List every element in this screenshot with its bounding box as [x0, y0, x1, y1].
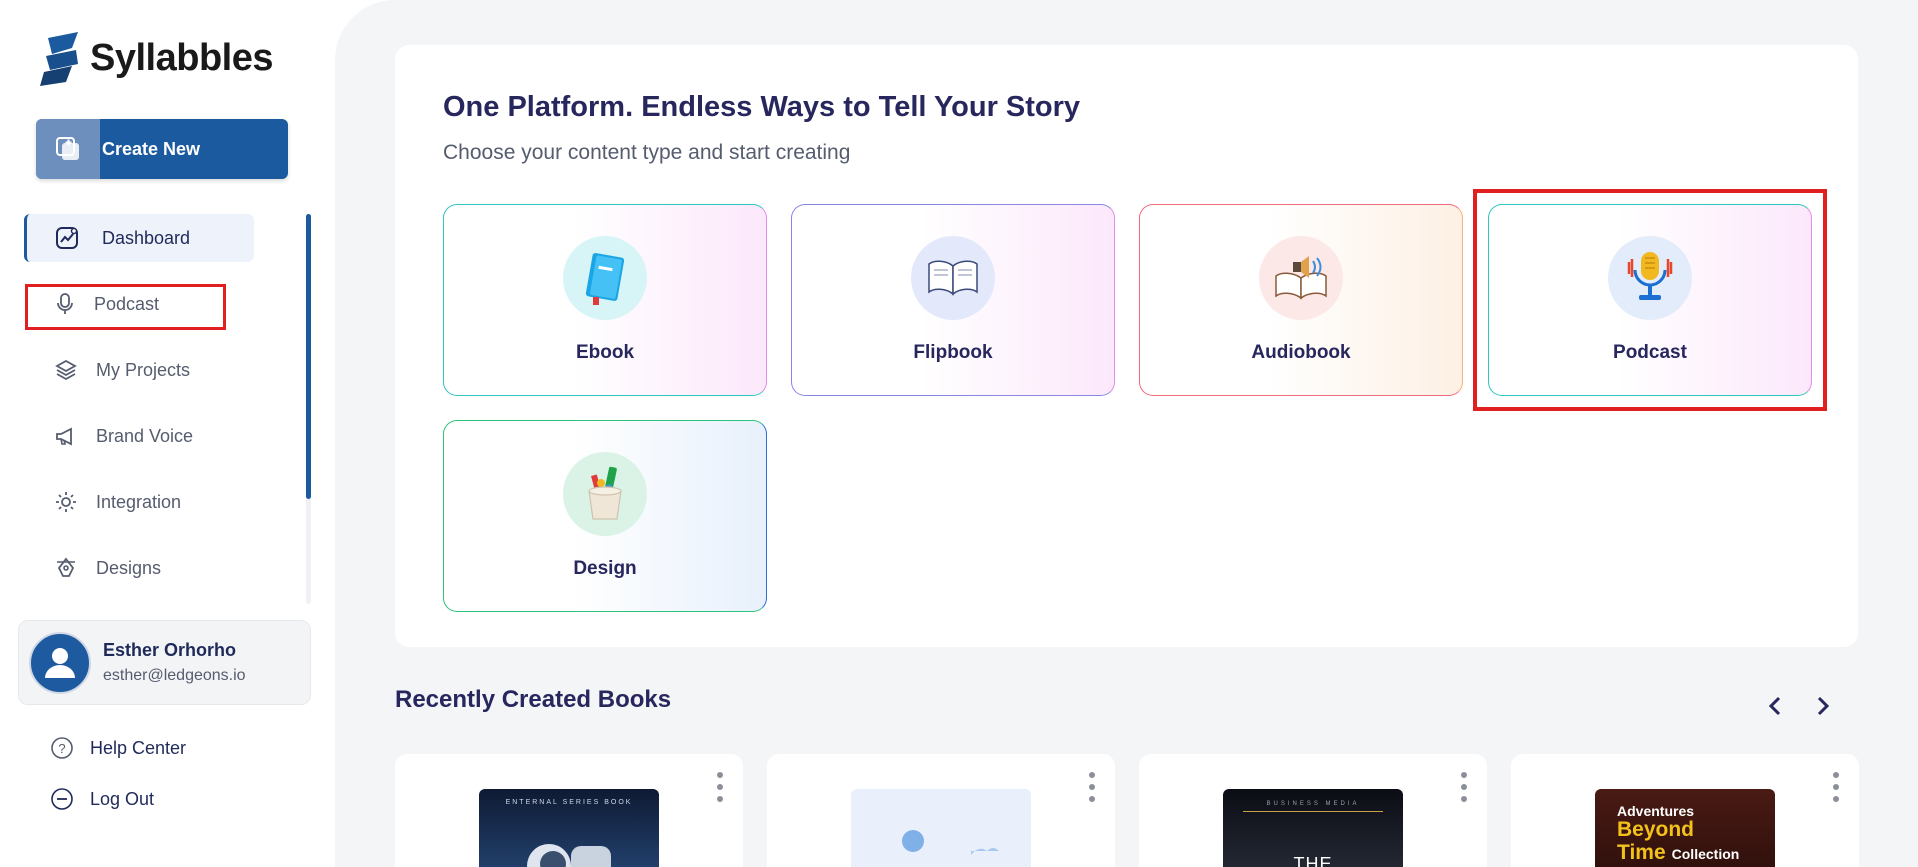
layers-icon: [55, 359, 77, 381]
content-type-card-design[interactable]: Design: [443, 420, 767, 612]
book-cover-label-top: BUSINESS MEDIA: [1243, 801, 1383, 812]
page-subtitle: Choose your content type and start creat…: [443, 141, 851, 164]
podcast-microphone-icon: [1608, 236, 1692, 320]
sidebar-scrollbar-thumb[interactable]: [306, 214, 311, 499]
brand-logo[interactable]: Syllabbles: [38, 30, 273, 86]
book-card[interactable]: [767, 754, 1115, 867]
card-label: Flipbook: [913, 342, 993, 363]
page-title: One Platform. Endless Ways to Tell Your …: [443, 91, 1081, 123]
user-profile-card[interactable]: Esther Orhorho esther@ledgeons.io: [18, 620, 311, 705]
image-placeholder-icon: [902, 830, 999, 855]
svg-text:?: ?: [58, 741, 65, 756]
book-card[interactable]: BUSINESS MEDIA THE: [1139, 754, 1487, 867]
sidebar-item-brand-voice[interactable]: Brand Voice: [24, 412, 254, 460]
brand-name: Syllabbles: [90, 36, 273, 79]
more-options-icon[interactable]: [1831, 772, 1841, 802]
book-cover-title: THE: [1293, 854, 1333, 867]
content-type-card-audiobook[interactable]: Audiobook: [1139, 204, 1463, 396]
sidebar: Syllabbles Create New Dashboard Podcast …: [0, 0, 335, 867]
sidebar-item-podcast[interactable]: Podcast: [24, 280, 254, 328]
card-label: Audiobook: [1251, 342, 1351, 363]
next-arrow-button[interactable]: [1809, 692, 1837, 720]
pen-tool-icon: [57, 557, 75, 577]
create-new-button[interactable]: Create New: [36, 119, 288, 179]
book-card[interactable]: Adventures Beyond Time Collection: [1511, 754, 1859, 867]
card-label: Design: [573, 558, 637, 579]
sidebar-item-label: Dashboard: [102, 227, 191, 248]
sidebar-item-designs[interactable]: Designs: [24, 544, 254, 592]
book-card[interactable]: ENTERNAL SERIES BOOK: [395, 754, 743, 867]
more-options-icon[interactable]: [1087, 772, 1097, 802]
add-document-icon: [36, 119, 100, 179]
help-center-label: Help Center: [90, 737, 187, 758]
sidebar-item-label: Designs: [96, 557, 162, 578]
book-cover-image: [851, 789, 1031, 867]
gear-integration-icon: [56, 492, 76, 512]
microphone-icon: [57, 293, 73, 314]
previous-arrow-button[interactable]: [1761, 692, 1789, 720]
user-avatar-icon: [45, 647, 75, 678]
sidebar-item-label: Integration: [96, 491, 182, 512]
sidebar-item-my-projects[interactable]: My Projects: [24, 346, 254, 394]
log-out-label: Log Out: [90, 788, 155, 809]
sidebar-item-label: Brand Voice: [96, 425, 194, 446]
more-options-icon[interactable]: [1459, 772, 1469, 802]
book-cover-text: ENTERNAL SERIES BOOK: [505, 799, 633, 806]
sidebar-item-label: Podcast: [94, 293, 160, 314]
card-label: Ebook: [575, 342, 635, 363]
speaker-book-icon: [1259, 236, 1343, 320]
sidebar-item-integration[interactable]: Integration: [24, 478, 254, 526]
astronaut-illustration: [527, 844, 611, 867]
book-cover-line-3: Time: [1617, 841, 1666, 864]
syllabbles-logo-icon: [40, 32, 78, 86]
sidebar-item-dashboard[interactable]: Dashboard: [24, 214, 254, 262]
avatar: [29, 631, 91, 694]
book-cover-line-1: Adventures: [1617, 803, 1695, 819]
content-type-panel: One Platform. Endless Ways to Tell Your …: [395, 45, 1858, 647]
log-out-link[interactable]: Log Out: [50, 787, 154, 811]
open-book-icon: [911, 236, 995, 320]
paint-pot-icon: [563, 452, 647, 536]
content-type-card-podcast[interactable]: Podcast: [1488, 204, 1812, 396]
book-cover-image: ENTERNAL SERIES BOOK: [479, 789, 659, 867]
help-center-link[interactable]: ? Help Center: [50, 736, 186, 760]
card-label: Podcast: [1613, 342, 1687, 363]
logout-circle-icon: [51, 788, 73, 810]
sidebar-nav: Dashboard Podcast My Projects Brand Voic…: [24, 214, 304, 610]
profile-email: esther@ledgeons.io: [103, 667, 246, 684]
recent-books-title: Recently Created Books: [395, 686, 672, 713]
help-circle-icon: ?: [51, 737, 73, 759]
blue-book-icon: [563, 236, 647, 320]
main-content: One Platform. Endless Ways to Tell Your …: [335, 0, 1918, 867]
megaphone-icon: [56, 427, 72, 446]
book-cover-line-4: Collection: [1671, 846, 1740, 862]
content-type-card-ebook[interactable]: Ebook: [443, 204, 767, 396]
sidebar-item-label: My Projects: [96, 359, 191, 380]
chevron-right-icon: [1817, 696, 1830, 716]
content-type-card-flipbook[interactable]: Flipbook: [791, 204, 1115, 396]
chevron-left-icon: [1768, 696, 1781, 716]
book-cover-image: BUSINESS MEDIA THE: [1223, 789, 1403, 867]
dashboard-chart-icon: [56, 227, 78, 249]
more-options-icon[interactable]: [715, 772, 725, 802]
book-cover-image: Adventures Beyond Time Collection: [1595, 789, 1775, 867]
book-cover-line-2: Beyond: [1617, 818, 1695, 841]
create-new-label: Create New: [102, 138, 201, 159]
profile-name: Esther Orhorho: [103, 640, 237, 660]
